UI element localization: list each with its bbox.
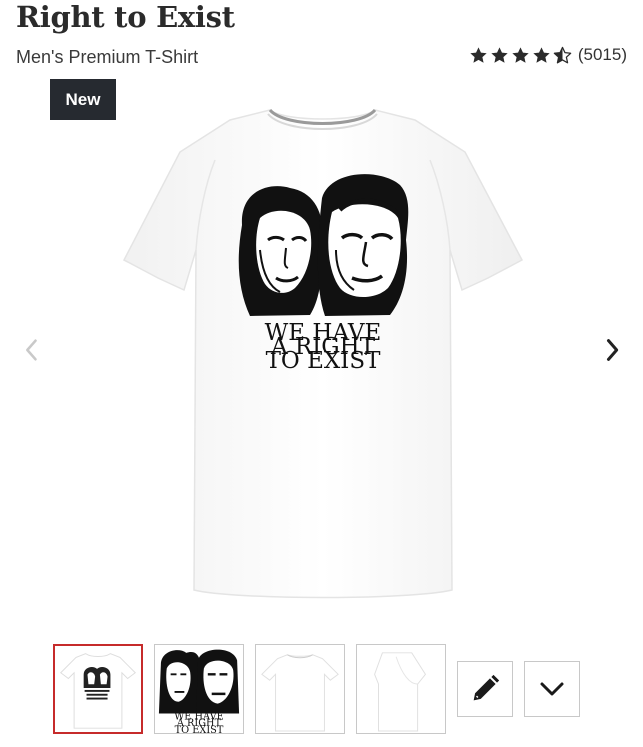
rating-count[interactable]: (5015) (578, 45, 627, 65)
thumbnail-back[interactable] (255, 644, 345, 734)
product-title: Right to Exist (16, 0, 235, 34)
star-icon (470, 46, 487, 63)
new-badge: New (50, 79, 116, 120)
product-image[interactable]: WE HAVE A RIGHT TO EXIST (110, 100, 535, 610)
print-text-line-3: TO EXIST (266, 348, 382, 374)
product-subtitle: Men's Premium T-Shirt (16, 47, 199, 67)
star-icon (491, 46, 508, 63)
thumbnail-design[interactable]: WE HAVE A RIGHT TO EXIST (154, 644, 244, 734)
star-half-icon (553, 46, 572, 63)
rating[interactable]: (5015) (469, 45, 627, 65)
thumbnail-design-text-3: TO EXIST (175, 725, 224, 733)
thumbnail-back-image (261, 654, 339, 732)
thumbnail-design-image: WE HAVE A RIGHT TO EXIST (158, 649, 240, 733)
chevron-down-icon (540, 682, 564, 696)
thumbnail-side-image (374, 652, 427, 732)
thumbnail-side[interactable] (356, 644, 446, 734)
pencil-icon (473, 674, 500, 701)
star-icon (533, 46, 550, 63)
thumbnail-front[interactable] (53, 644, 143, 734)
chevron-right-icon[interactable] (598, 336, 626, 364)
star-icon (512, 46, 529, 63)
expand-button[interactable] (524, 661, 580, 717)
chevron-left-icon[interactable] (18, 336, 46, 364)
print-design (238, 174, 409, 316)
edit-design-button[interactable] (457, 661, 513, 717)
thumbnail-front-image (60, 653, 136, 729)
